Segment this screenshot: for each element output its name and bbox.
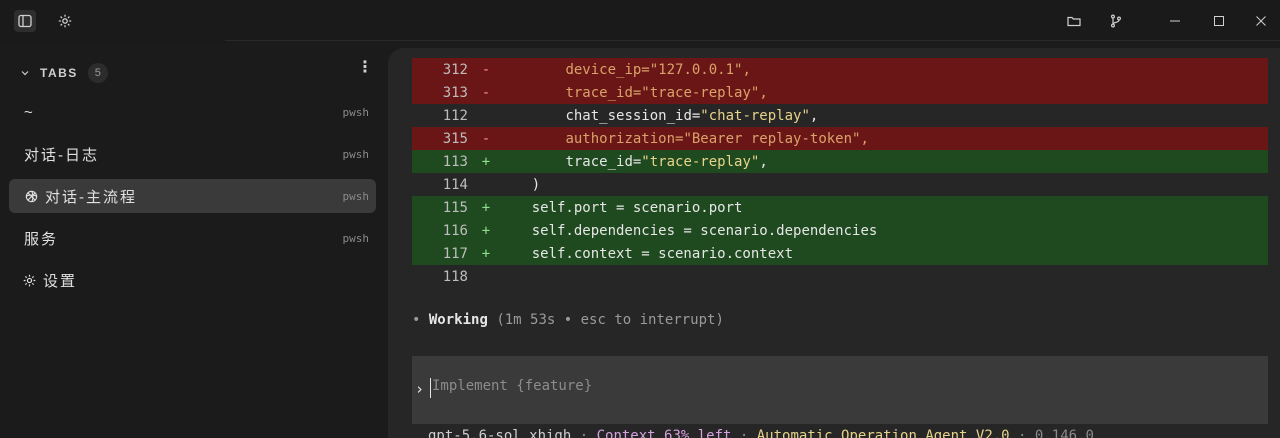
diff-marker: - xyxy=(481,84,491,101)
title-bar xyxy=(0,0,1280,42)
gear-icon xyxy=(22,273,37,288)
openai-icon xyxy=(24,189,39,204)
chevron-down-icon[interactable] xyxy=(20,68,30,78)
agent-label: Automatic Operation Agent V2.0 xyxy=(756,428,1010,438)
tabs-count-badge: 5 xyxy=(87,63,108,83)
tab-label: 对话-主流程 xyxy=(45,188,137,206)
gear-icon[interactable] xyxy=(54,10,76,32)
code: trace_id="trace-replay", xyxy=(565,84,768,101)
diff-line: 312- device_ip="127.0.0.1", xyxy=(412,58,1268,81)
tab-settings[interactable]: 设置 xyxy=(9,263,376,297)
title-bar-divider xyxy=(225,40,1280,41)
line-number: 112 xyxy=(442,107,468,124)
diff-marker: + xyxy=(481,199,491,216)
working-label: Working xyxy=(428,312,488,328)
prompt-input[interactable]: Implement {feature} xyxy=(430,378,592,398)
context-label: Context 63% left xyxy=(596,428,732,438)
maximize-button[interactable] xyxy=(1208,10,1230,32)
diff-marker: + xyxy=(481,245,491,262)
tab-label: 服务 xyxy=(24,230,59,248)
code: self.context = scenario.context xyxy=(531,245,794,262)
minimize-button[interactable] xyxy=(1164,10,1186,32)
code: chat_session_id="chat-replay", xyxy=(565,107,819,124)
prompt-caret: › xyxy=(415,380,425,398)
working-detail: (1m 53s • esc to interrupt) xyxy=(487,312,724,328)
diff-marker: - xyxy=(481,61,491,78)
tab-dialog-main[interactable]: 对话-主流程 pwsh xyxy=(9,179,376,213)
tab-shell: pwsh xyxy=(342,105,370,119)
code: trace_id="trace-replay", xyxy=(565,153,768,170)
tab-shell: pwsh xyxy=(342,189,370,203)
diff-marker: + xyxy=(481,222,491,239)
tab-shell: pwsh xyxy=(342,231,370,245)
tab-dialog-log[interactable]: 对话-日志 pwsh xyxy=(9,137,376,171)
tab-service[interactable]: 服务 pwsh xyxy=(9,221,376,255)
diff-line: 113 + trace_id="trace-replay", xyxy=(412,150,1268,173)
diff-view: 312- device_ip="127.0.0.1", 313- trace_i… xyxy=(412,58,1268,288)
code: self.port = scenario.port xyxy=(531,199,743,216)
diff-line: 112 chat_session_id="chat-replay", xyxy=(412,104,1268,127)
diff-line: 117 + self.context = scenario.context xyxy=(412,242,1268,265)
diff-marker: + xyxy=(481,153,491,170)
close-button[interactable] xyxy=(1250,10,1272,32)
diff-marker: - xyxy=(481,130,491,147)
sidebar-toggle-icon[interactable] xyxy=(14,10,36,32)
tabs-label: TABS xyxy=(40,66,78,80)
diff-line: 114 ) xyxy=(412,173,1268,196)
code: device_ip="127.0.0.1", xyxy=(565,61,751,78)
sidebar: TABS 5 ⋮ ~ pwsh 对话-日志 pwsh 对话-主流程 pwsh 服… xyxy=(0,42,388,438)
model-label: gpt-5.6-sol xhigh xyxy=(428,428,572,438)
line-number: 113 xyxy=(442,153,468,170)
tab-shell: pwsh xyxy=(342,147,370,161)
diff-line: 313- trace_id="trace-replay", xyxy=(412,81,1268,104)
line-number: 312 xyxy=(442,61,468,78)
more-options-icon[interactable]: ⋮ xyxy=(357,60,373,76)
line-number: 315 xyxy=(442,130,468,147)
working-status: • Working (1m 53s • esc to interrupt) xyxy=(412,312,724,328)
tabs-header[interactable]: TABS 5 xyxy=(20,62,108,84)
code: self.dependencies = scenario.dependencie… xyxy=(531,222,878,239)
prompt-box[interactable]: › Implement {feature} xyxy=(412,356,1268,424)
tab-label: 设置 xyxy=(43,272,78,290)
status-bullet: • xyxy=(412,312,421,328)
code: authorization="Bearer replay-token", xyxy=(565,130,869,147)
code: ) xyxy=(531,176,541,193)
git-branch-icon[interactable] xyxy=(1105,10,1127,32)
line-number: 117 xyxy=(442,245,468,262)
diff-line: 115 + self.port = scenario.port xyxy=(412,196,1268,219)
tab-label: ~ xyxy=(24,103,35,121)
folder-icon[interactable] xyxy=(1063,10,1085,32)
line-number: 116 xyxy=(442,222,468,239)
line-number: 118 xyxy=(442,268,468,285)
line-number: 114 xyxy=(442,176,468,193)
diff-line: 118 xyxy=(412,265,1268,288)
tab-label: 对话-日志 xyxy=(24,146,99,164)
line-number: 313 xyxy=(442,84,468,101)
terminal-panel[interactable]: 312- device_ip="127.0.0.1", 313- trace_i… xyxy=(388,48,1280,438)
diff-line: 116 + self.dependencies = scenario.depend… xyxy=(412,219,1268,242)
line-number: 115 xyxy=(442,199,468,216)
diff-line: 315- authorization="Bearer replay-token"… xyxy=(412,127,1268,150)
status-line: gpt-5.6-sol xhigh · Context 63% left · A… xyxy=(428,428,1094,438)
version-label: 0.146.0 xyxy=(1034,428,1094,438)
tab-home[interactable]: ~ pwsh xyxy=(9,95,376,129)
